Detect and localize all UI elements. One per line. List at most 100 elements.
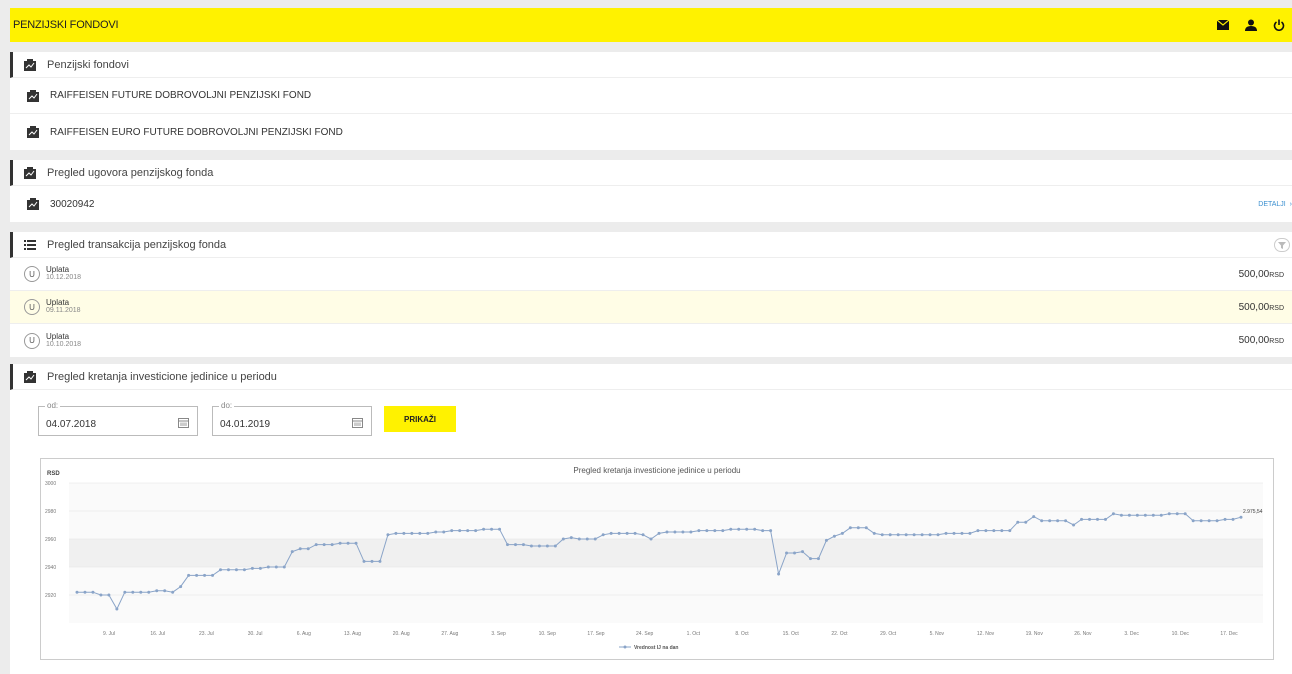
show-button[interactable]: PRIKAŽI	[384, 406, 456, 432]
fund-item[interactable]: RAIFFEISEN EURO FUTURE DOBROVOLJNI PENZI…	[10, 114, 1292, 150]
calendar-icon[interactable]	[352, 415, 363, 428]
data-point	[697, 529, 701, 533]
data-point	[1016, 520, 1020, 524]
data-point	[984, 529, 988, 533]
data-point	[147, 590, 151, 594]
power-icon[interactable]	[1272, 18, 1286, 32]
data-point	[410, 531, 414, 535]
data-point	[713, 529, 717, 533]
filter-icon[interactable]	[1274, 238, 1290, 252]
data-point	[83, 590, 87, 594]
data-point	[1191, 519, 1195, 523]
transaction-badge: U	[24, 332, 40, 349]
data-point	[466, 529, 470, 533]
calendar-icon[interactable]	[178, 415, 189, 428]
data-point	[250, 566, 254, 570]
data-point	[521, 543, 525, 547]
contract-section: Pregled ugovora penzijskog fonda 3002094…	[10, 160, 1292, 222]
data-point	[195, 573, 199, 577]
data-point	[657, 531, 661, 535]
fund-name: RAIFFEISEN FUTURE DOBROVOLJNI PENZIJSKI …	[50, 90, 312, 101]
data-point	[1231, 517, 1235, 521]
date-from-field[interactable]: od: 04.07.2018	[38, 401, 198, 436]
transaction-date: 10.12.2018	[46, 274, 82, 281]
y-tick-label: 2920	[45, 593, 56, 599]
transaction-amount: 500,00RSD	[1239, 302, 1284, 313]
contract-number: 30020942	[50, 198, 95, 210]
data-point	[856, 526, 860, 530]
data-point	[840, 531, 844, 535]
data-point	[777, 572, 781, 576]
data-point	[346, 541, 350, 545]
data-point	[816, 557, 820, 561]
plot-band	[69, 539, 1263, 567]
data-point	[801, 550, 805, 554]
units-title: Pregled kretanja investicione jedinice u…	[47, 370, 277, 383]
data-point	[1199, 519, 1203, 523]
data-point	[633, 531, 637, 535]
data-point	[1175, 512, 1179, 516]
data-point	[402, 531, 406, 535]
details-link[interactable]: DETALJI ›	[1258, 201, 1292, 208]
data-point	[513, 543, 517, 547]
transaction-row[interactable]: U Uplata 09.11.2018 500,00RSD	[10, 291, 1292, 324]
data-point	[761, 529, 765, 533]
data-point	[474, 529, 478, 533]
legend-marker	[623, 645, 627, 649]
data-point	[234, 568, 238, 572]
transaction-badge: U	[24, 266, 40, 282]
data-point	[793, 551, 797, 555]
mail-icon[interactable]	[1216, 18, 1230, 32]
data-point	[944, 531, 948, 535]
data-point	[394, 531, 398, 535]
funds-title: Penzijski fondovi	[47, 58, 129, 71]
data-point	[1048, 519, 1052, 523]
data-point	[920, 533, 924, 537]
data-point	[808, 557, 812, 561]
data-point	[952, 531, 956, 535]
data-point	[1127, 513, 1131, 517]
chart-title: Pregled kretanja investicione jedinice u…	[573, 466, 740, 475]
x-tick-label: 13. Aug	[344, 631, 361, 637]
data-point	[274, 565, 278, 569]
data-point	[1159, 513, 1163, 517]
fund-item[interactable]: RAIFFEISEN FUTURE DOBROVOLJNI PENZIJSKI …	[10, 78, 1292, 114]
x-tick-label: 3. Sep	[491, 631, 506, 637]
data-point	[641, 533, 645, 537]
data-point	[1215, 519, 1219, 523]
transaction-row[interactable]: U Uplata 10.12.2018 500,00RSD	[10, 258, 1292, 291]
data-point	[442, 530, 446, 534]
data-point	[896, 533, 900, 537]
data-point	[936, 533, 940, 537]
contract-header: Pregled ugovora penzijskog fonda	[10, 160, 1292, 186]
data-point	[1143, 513, 1147, 517]
data-point	[450, 529, 454, 533]
y-tick-label: 2980	[45, 509, 56, 515]
data-point	[577, 537, 581, 541]
contract-row[interactable]: 30020942 DETALJI ›	[10, 186, 1292, 222]
data-point	[992, 529, 996, 533]
y-tick-label: 2940	[45, 565, 56, 571]
date-to-field[interactable]: do: 04.01.2019	[212, 401, 372, 436]
data-point	[179, 585, 183, 589]
data-point	[1207, 519, 1211, 523]
data-point	[1008, 529, 1012, 533]
data-point	[1103, 517, 1107, 521]
data-point	[721, 529, 725, 533]
data-point	[266, 565, 270, 569]
y-tick-label: 2960	[45, 537, 56, 543]
data-point	[370, 559, 374, 563]
data-point	[242, 568, 246, 572]
transaction-row[interactable]: U Uplata 10.10.2018 500,00RSD	[10, 324, 1292, 357]
data-point	[314, 543, 318, 547]
top-bar: PENZIJSKI FONDOVI	[10, 8, 1292, 42]
data-point	[545, 544, 549, 548]
x-tick-label: 22. Oct	[831, 631, 848, 637]
data-point	[1167, 512, 1171, 516]
user-icon[interactable]	[1244, 18, 1258, 32]
data-point	[673, 530, 677, 534]
data-point	[490, 527, 494, 531]
data-point	[258, 566, 262, 570]
data-point	[1072, 523, 1076, 527]
units-header: Pregled kretanja investicione jedinice u…	[10, 364, 1292, 390]
